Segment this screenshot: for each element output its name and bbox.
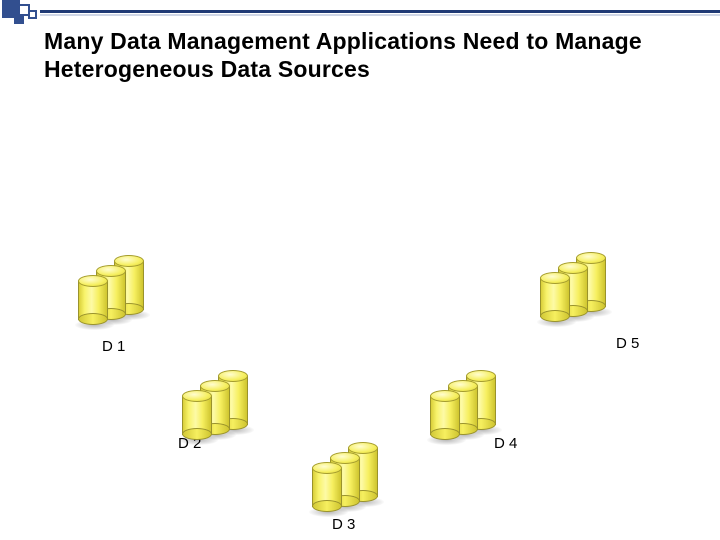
data-source-d2	[182, 370, 272, 450]
cylinder-icon	[78, 275, 108, 325]
data-source-d1	[78, 255, 168, 335]
data-source-d3	[312, 442, 402, 522]
cylinder-icon	[540, 272, 570, 322]
data-source-label-d5: D 5	[616, 335, 639, 352]
data-source-label-d3: D 3	[332, 516, 355, 533]
data-source-d5	[540, 252, 630, 332]
cylinder-icon	[312, 462, 342, 512]
cylinder-icon	[430, 390, 460, 440]
data-source-label-d1: D 1	[102, 338, 125, 355]
diagram-canvas: D 1 D 2 D 3 D 4 D 5	[0, 0, 720, 540]
data-source-label-d4: D 4	[494, 435, 517, 452]
cylinder-icon	[182, 390, 212, 440]
